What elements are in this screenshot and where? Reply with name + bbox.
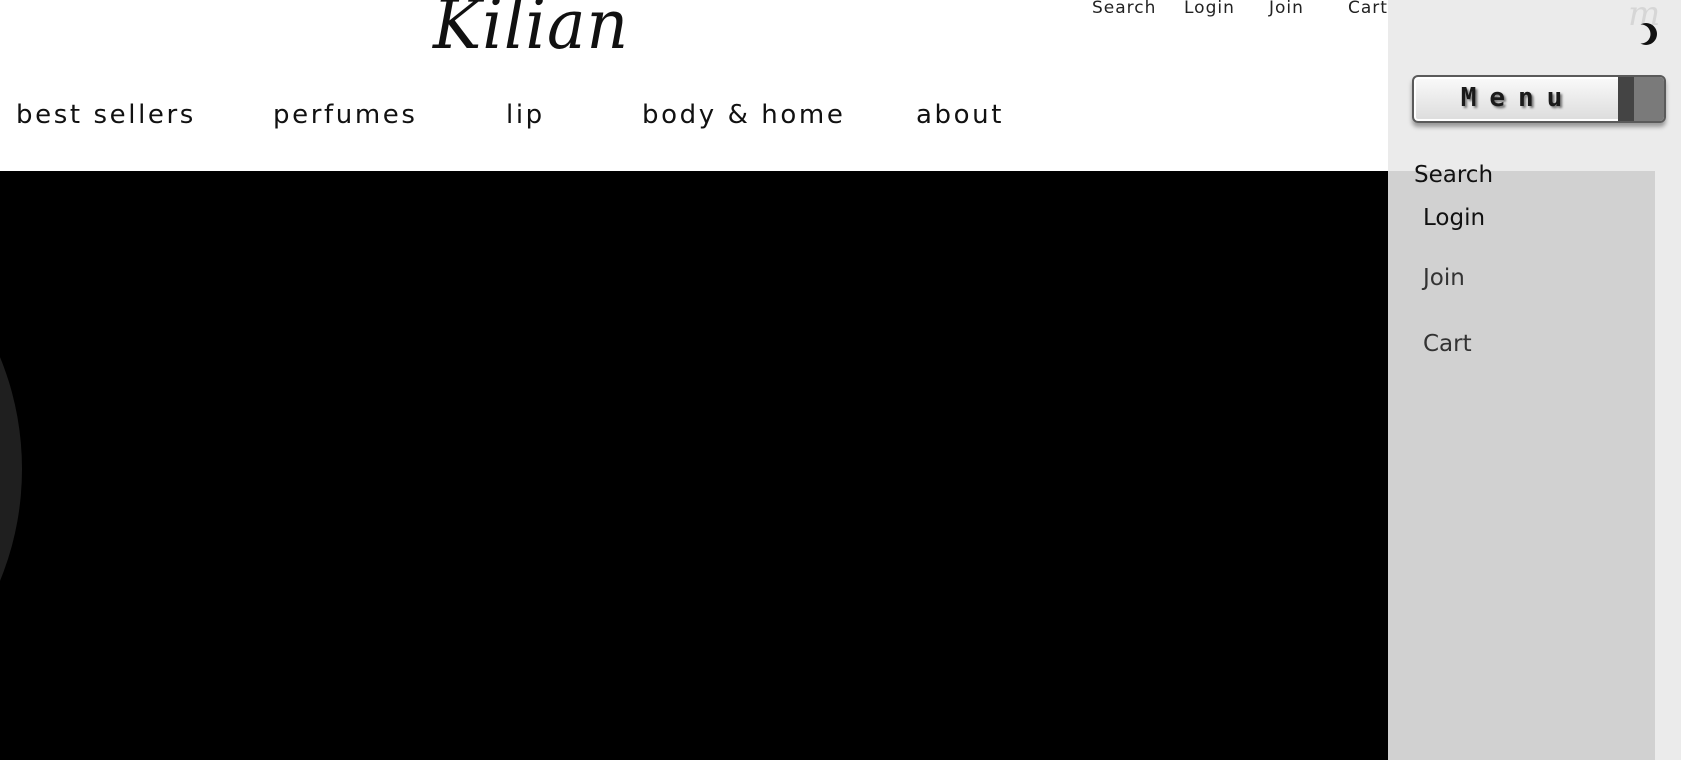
utility-login-link[interactable]: Login <box>1184 0 1235 18</box>
utility-search-link[interactable]: Search <box>1092 0 1156 18</box>
side-menu-login-link[interactable]: Login <box>1423 205 1485 231</box>
side-menu-list: Search Login Join Cart <box>1388 162 1655 760</box>
side-menu-join-link[interactable]: Join <box>1423 265 1465 291</box>
close-crescent-icon[interactable] <box>1631 20 1660 48</box>
menu-button-label: Menu <box>1460 83 1576 113</box>
brand-logo[interactable]: Kilian <box>433 0 629 65</box>
utility-cart-link[interactable]: Cart <box>1348 0 1388 18</box>
menu-button-shade <box>1618 77 1664 121</box>
nav-item-body-home[interactable]: body & home <box>642 100 845 130</box>
menu-button[interactable]: Menu <box>1412 75 1666 123</box>
nav-item-best-sellers[interactable]: best sellers <box>16 100 196 130</box>
side-menu-cart-link[interactable]: Cart <box>1423 331 1472 357</box>
nav-item-lip[interactable]: lip <box>506 100 545 130</box>
side-menu-search-link[interactable]: Search <box>1414 162 1493 188</box>
hero-decorative-arc <box>0 201 22 737</box>
hero-banner[interactable] <box>0 171 1388 760</box>
utility-join-link[interactable]: Join <box>1269 0 1304 18</box>
nav-item-perfumes[interactable]: perfumes <box>273 100 418 130</box>
side-menu-panel: m Menu Search Login Join Cart <box>1388 0 1681 760</box>
nav-item-about[interactable]: about <box>916 100 1004 130</box>
main-nav: best sellers perfumes lip body & home ab… <box>0 100 1388 136</box>
